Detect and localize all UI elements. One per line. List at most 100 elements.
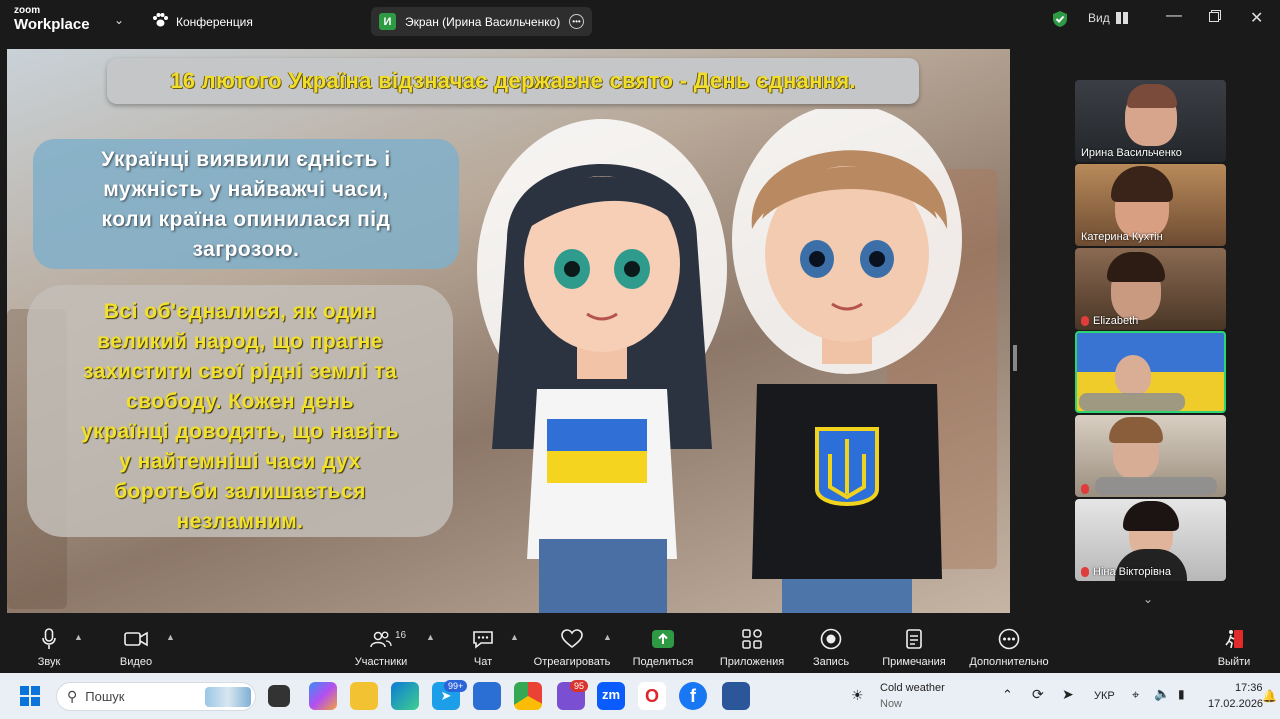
search-icon: ⚲ (67, 688, 78, 704)
share-button[interactable]: Поделиться (632, 626, 694, 668)
close-icon[interactable]: ✕ (1250, 8, 1263, 28)
edge-browser-icon[interactable] (391, 682, 419, 710)
participant-tile[interactable] (1075, 415, 1226, 497)
shield-check-icon[interactable] (1052, 10, 1068, 31)
participant-hair (1127, 84, 1177, 108)
weather-title[interactable]: Cold weather (880, 682, 945, 694)
conference-menu[interactable]: Конференция (152, 13, 253, 30)
apps-icon (716, 626, 788, 652)
file-explorer-icon[interactable] (350, 682, 378, 710)
bubble-line: незламним. (176, 510, 304, 533)
bubble-line: Всі об'єдналися, як один (103, 300, 377, 323)
scroll-down-chevron-icon[interactable]: ⌄ (1143, 592, 1153, 606)
top-bar: zoom Workplace ⌄ Конференция И Экран (Ир… (0, 0, 1280, 42)
participants-count: 16 (395, 630, 407, 641)
view-label[interactable]: Вид (1088, 11, 1110, 25)
conference-label: Конференция (176, 14, 253, 29)
view-grid-icon[interactable] (1116, 12, 1128, 27)
leave-button[interactable]: Выйти (1216, 626, 1252, 668)
participant-tile[interactable]: Ирина Васильченко (1075, 80, 1226, 162)
participant-tile[interactable]: Ніна Вікторівна (1075, 499, 1226, 581)
opera-icon[interactable]: O (638, 682, 666, 710)
record-icon (810, 626, 852, 652)
slide-bubble-grey: Всі об'єдналися, як один великий народ, … (27, 285, 453, 537)
shared-screen: 16 лютого Україна відзначає державне свя… (7, 49, 1010, 613)
task-view-icon[interactable] (268, 685, 290, 707)
bubble-line: у найтемніші часи дух (119, 450, 361, 473)
react-button[interactable]: Отреагировать (530, 626, 614, 668)
name-redacted-bar (1079, 393, 1185, 411)
apps-button[interactable]: Приложения (716, 626, 788, 668)
chat-icon (468, 626, 498, 652)
more-options-icon[interactable]: ••• (569, 14, 584, 29)
participants-label: Участники (354, 656, 408, 668)
store-icon[interactable] (473, 682, 501, 710)
restore-icon[interactable] (1209, 10, 1221, 25)
clock-date[interactable]: 17.02.2026 (1208, 698, 1263, 710)
bubble-line: великий народ, що прагне (97, 330, 383, 353)
girl-illustration (477, 119, 727, 613)
sync-icon[interactable]: ⟳ (1032, 686, 1044, 703)
paw-icon (152, 13, 168, 30)
chevron-down-icon[interactable]: ⌄ (114, 13, 124, 27)
wifi-icon[interactable]: ⌖ (1132, 687, 1139, 703)
participant-tile[interactable]: Катерина Кухтін (1075, 164, 1226, 246)
more-label: Дополнительно (969, 656, 1049, 668)
zoom-app-icon[interactable]: zm (597, 682, 625, 710)
chevron-up-icon[interactable]: ▲ (510, 632, 519, 642)
notes-button[interactable]: Примечания (880, 626, 948, 668)
video-button[interactable]: Видео (116, 626, 156, 668)
bubble-line: свободу. Кожен день (125, 390, 355, 413)
slide-title: 16 лютого Україна відзначає державне свя… (107, 58, 919, 104)
brand-small: zoom (14, 5, 41, 16)
windows-start-icon[interactable] (20, 686, 40, 711)
chevron-up-icon[interactable]: ▲ (603, 632, 612, 642)
mic-muted-icon (1081, 484, 1089, 494)
battery-icon[interactable]: ▮ (1178, 687, 1185, 701)
resize-handle[interactable] (1013, 345, 1017, 371)
notifications-bell-icon[interactable]: 🔔 (1262, 689, 1277, 703)
location-icon[interactable]: ➤ (1062, 686, 1074, 703)
bubble-line: коли країна опинилася під (101, 208, 391, 231)
chevron-up-icon[interactable]: ⌃ (1002, 687, 1013, 703)
search-highlight-image (205, 686, 251, 707)
meeting-toolbar: Звук ▲ Видео ▲ Участники 16 ▲ Чат ▲ Отре… (0, 618, 1280, 673)
camera-icon (116, 626, 156, 652)
facebook-icon[interactable]: f (679, 682, 707, 710)
chevron-up-icon[interactable]: ▲ (74, 632, 83, 642)
apps-label: Приложения (719, 656, 785, 668)
bubble-line: мужність у найважчі часи, (103, 178, 389, 201)
participant-tile-active[interactable] (1075, 331, 1226, 413)
chevron-up-icon[interactable]: ▲ (166, 632, 175, 642)
screen-share-label: Экран (Ирина Васильченко) (405, 14, 561, 29)
chevron-up-icon[interactable]: ▲ (426, 632, 435, 642)
participant-hair (1111, 166, 1173, 202)
bubble-line: захистити свої рідні землі та (82, 360, 398, 383)
minimize-icon[interactable]: — (1166, 7, 1182, 25)
participant-name: Ирина Васильченко (1081, 147, 1182, 159)
participant-name: Ніна Вікторівна (1081, 566, 1171, 578)
participant-name: Elizabeth (1081, 315, 1138, 327)
more-button[interactable]: Дополнительно (966, 626, 1052, 668)
chat-button[interactable]: Чат (468, 626, 498, 668)
language-indicator[interactable]: УКР (1094, 690, 1115, 702)
taskbar-search[interactable]: ⚲ Пошук (56, 682, 256, 711)
screen-share-pill[interactable]: И Экран (Ирина Васильченко) ••• (371, 7, 592, 36)
bubble-line: Українці виявили єдність і (101, 148, 391, 171)
copilot-icon[interactable] (309, 682, 337, 710)
audio-label: Звук (37, 656, 61, 668)
participant-hair (1109, 417, 1163, 443)
participant-hair (1107, 252, 1165, 282)
speaker-icon[interactable]: 🔈 (1154, 686, 1170, 702)
chrome-icon[interactable] (514, 682, 542, 710)
boy-illustration (732, 109, 962, 613)
zoom-logo: zoom Workplace (14, 5, 90, 33)
participant-tile[interactable]: Elizabeth (1075, 248, 1226, 330)
document-app-icon[interactable] (722, 682, 750, 710)
clock-time[interactable]: 17:36 (1235, 682, 1263, 694)
audio-button[interactable]: Звук (32, 626, 66, 668)
record-button[interactable]: Запись (810, 626, 852, 668)
leave-label: Выйти (1217, 656, 1251, 668)
notification-badge: 95 (570, 680, 589, 692)
weather-icon[interactable]: ☀ (851, 687, 864, 704)
